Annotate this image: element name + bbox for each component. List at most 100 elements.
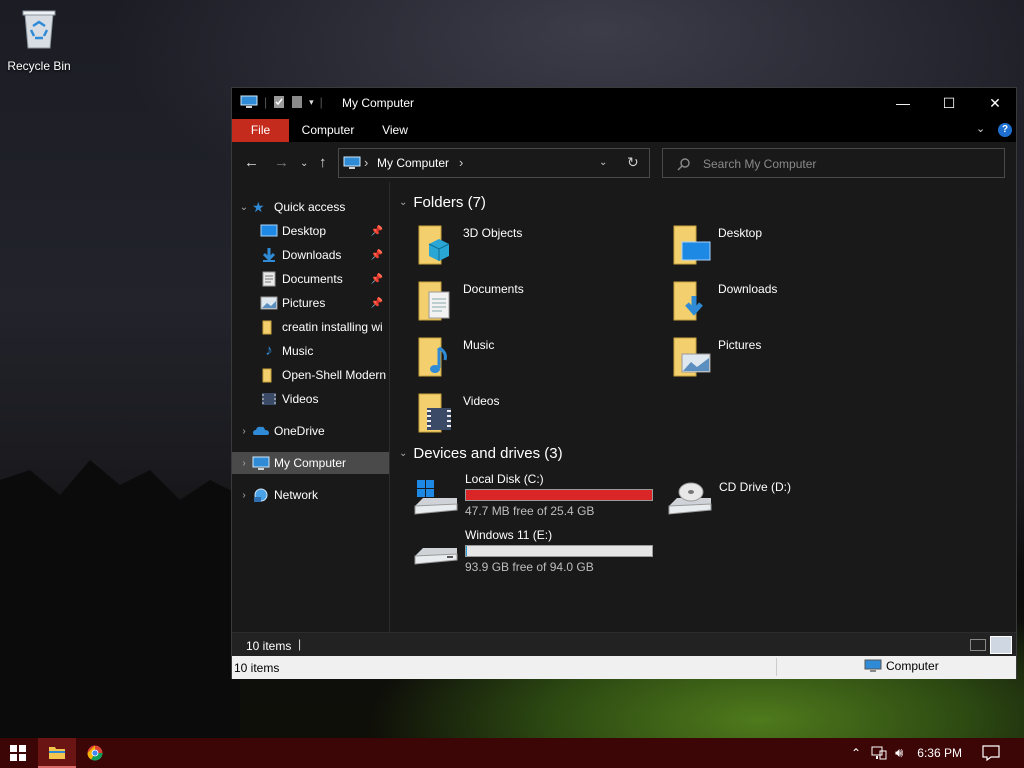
refresh-icon[interactable]: ↻ [627, 154, 639, 171]
folder-videos[interactable]: Videos [415, 390, 655, 442]
show-hidden-icons-icon[interactable]: ⌃ [851, 746, 861, 760]
folders-header-label: Folders (7) [413, 194, 486, 211]
tab-file[interactable]: File [232, 119, 289, 142]
item-count: 10 items [246, 639, 292, 653]
chevron-right-icon[interactable]: › [236, 426, 252, 437]
back-arrow-icon[interactable]: ← [244, 154, 259, 171]
tab-view[interactable]: View [372, 119, 418, 142]
breadcrumb-separator[interactable]: › [459, 155, 463, 170]
breadcrumb-my-computer[interactable]: My Computer [377, 156, 449, 170]
recent-locations-icon[interactable]: ⌄ [300, 158, 308, 169]
nav-my-computer-label: My Computer [274, 456, 347, 470]
3d-objects-folder-icon [418, 225, 450, 265]
action-center-icon[interactable] [982, 745, 1000, 761]
nav-onedrive-label: OneDrive [274, 424, 325, 438]
maximize-button[interactable]: ☐ [926, 88, 972, 118]
chevron-down-icon[interactable]: ⌄ [236, 202, 252, 213]
address-history-icon[interactable]: ⌄ [599, 157, 607, 168]
chevron-down-icon[interactable]: ⌄ [399, 197, 407, 208]
network-status-icon[interactable] [871, 746, 887, 760]
drive-local-disk-c[interactable]: Local Disk (C:) 47.7 MB free of 25.4 GB [413, 472, 673, 524]
nav-item-downloads[interactable]: Downloads 📌 [232, 244, 389, 266]
folder-desktop[interactable]: Desktop [670, 222, 910, 274]
windows-drive-icon [414, 480, 458, 515]
pin-icon[interactable]: 📌 [371, 298, 383, 309]
nav-item-label: Videos [282, 392, 319, 406]
computer-icon [864, 659, 882, 672]
recycle-bin[interactable]: Recycle Bin [6, 6, 72, 73]
desktop-folder-icon [673, 225, 711, 265]
search-box[interactable]: Search My Computer [662, 148, 1005, 178]
details-view-icon[interactable] [970, 639, 986, 651]
drive-windows-11-e[interactable]: Windows 11 (E:) 93.9 GB free of 94.0 GB [413, 528, 673, 580]
taskbar-file-explorer[interactable] [38, 738, 76, 768]
customize-toolbar-icon[interactable]: ▾ [309, 97, 314, 108]
drive-usage-bar [465, 545, 653, 557]
close-button[interactable]: ✕ [972, 88, 1018, 118]
file-explorer-window: | ▾ | My Computer — ☐ ✕ File Computer Vi… [231, 87, 1017, 679]
folders-group-header[interactable]: ⌄ Folders (7) [399, 194, 486, 211]
devices-group-header[interactable]: ⌄ Devices and drives (3) [399, 445, 563, 462]
nav-my-computer[interactable]: › My Computer [232, 452, 389, 474]
documents-icon [262, 271, 276, 287]
downloads-icon [262, 248, 276, 262]
pin-icon[interactable]: 📌 [371, 226, 383, 237]
nav-network[interactable]: › Network [232, 484, 389, 506]
search-input[interactable]: Search My Computer [703, 157, 816, 171]
tab-computer[interactable]: Computer [292, 119, 364, 142]
new-folder-icon[interactable] [291, 95, 303, 109]
folder-name: Pictures [718, 338, 762, 352]
hard-drive-icon [414, 548, 458, 565]
item-count: 10 items [234, 661, 280, 675]
nav-item-label: Documents [282, 272, 343, 286]
expand-ribbon-icon[interactable]: ⌄ [976, 122, 985, 135]
help-icon[interactable]: ? [998, 123, 1012, 137]
properties-icon[interactable] [273, 95, 285, 109]
minimize-button[interactable]: — [880, 88, 926, 118]
toolbar-divider: | [264, 95, 268, 109]
clock-time[interactable]: 6:36 PM [917, 746, 962, 760]
drive-name: CD Drive (D:) [719, 480, 791, 494]
volume-icon[interactable]: 🔊︎ [895, 745, 903, 761]
toolbar-divider: | [319, 95, 323, 109]
downloads-folder-icon [673, 281, 703, 321]
folder-icon [262, 368, 272, 383]
forward-arrow-icon[interactable]: → [274, 154, 289, 171]
nav-item-label: Open-Shell Modern [282, 368, 387, 382]
music-icon: ♪ [265, 342, 273, 359]
folder-music[interactable]: Music [415, 334, 655, 386]
drive-cd-d[interactable]: CD Drive (D:) [667, 472, 927, 524]
taskbar-chrome[interactable] [76, 738, 114, 768]
nav-onedrive[interactable]: › OneDrive [232, 420, 389, 442]
folder-3d-objects[interactable]: 3D Objects [415, 222, 655, 274]
music-folder-icon [418, 337, 447, 377]
folder-downloads[interactable]: Downloads [670, 278, 910, 330]
large-icons-view-icon[interactable] [990, 636, 1012, 654]
pin-icon[interactable]: 📌 [371, 250, 383, 261]
start-button[interactable] [0, 738, 36, 768]
drive-free-space: 47.7 MB free of 25.4 GB [465, 504, 595, 518]
folder-pictures[interactable]: Pictures [670, 334, 910, 386]
nav-item-creatin-installing[interactable]: creatin installing wi [232, 316, 389, 338]
drive-usage-bar [465, 489, 653, 501]
chevron-right-icon[interactable]: › [236, 490, 252, 501]
nav-item-open-shell[interactable]: Open-Shell Modern [232, 364, 389, 386]
nav-item-documents[interactable]: Documents 📌 [232, 268, 389, 290]
computer-icon [343, 156, 361, 169]
folder-documents[interactable]: Documents [415, 278, 655, 330]
up-arrow-icon[interactable]: ↑ [319, 154, 327, 171]
chevron-right-icon[interactable]: › [236, 458, 252, 469]
ribbon-tabs: File Computer View ⌄ ? [232, 118, 1016, 142]
nav-quick-access[interactable]: ⌄ ★ Quick access [232, 196, 389, 218]
nav-item-music[interactable]: ♪ Music [232, 340, 389, 362]
address-bar[interactable]: › My Computer › ⌄ ↻ [338, 148, 650, 178]
nav-item-pictures[interactable]: Pictures 📌 [232, 292, 389, 314]
pin-icon[interactable]: 📌 [371, 274, 383, 285]
devices-header-label: Devices and drives (3) [413, 445, 563, 462]
nav-item-desktop[interactable]: Desktop 📌 [232, 220, 389, 242]
star-icon: ★ [252, 199, 265, 215]
pictures-folder-icon [673, 337, 711, 377]
nav-item-videos[interactable]: Videos [232, 388, 389, 410]
pictures-icon [260, 296, 278, 310]
chevron-down-icon[interactable]: ⌄ [399, 448, 407, 459]
